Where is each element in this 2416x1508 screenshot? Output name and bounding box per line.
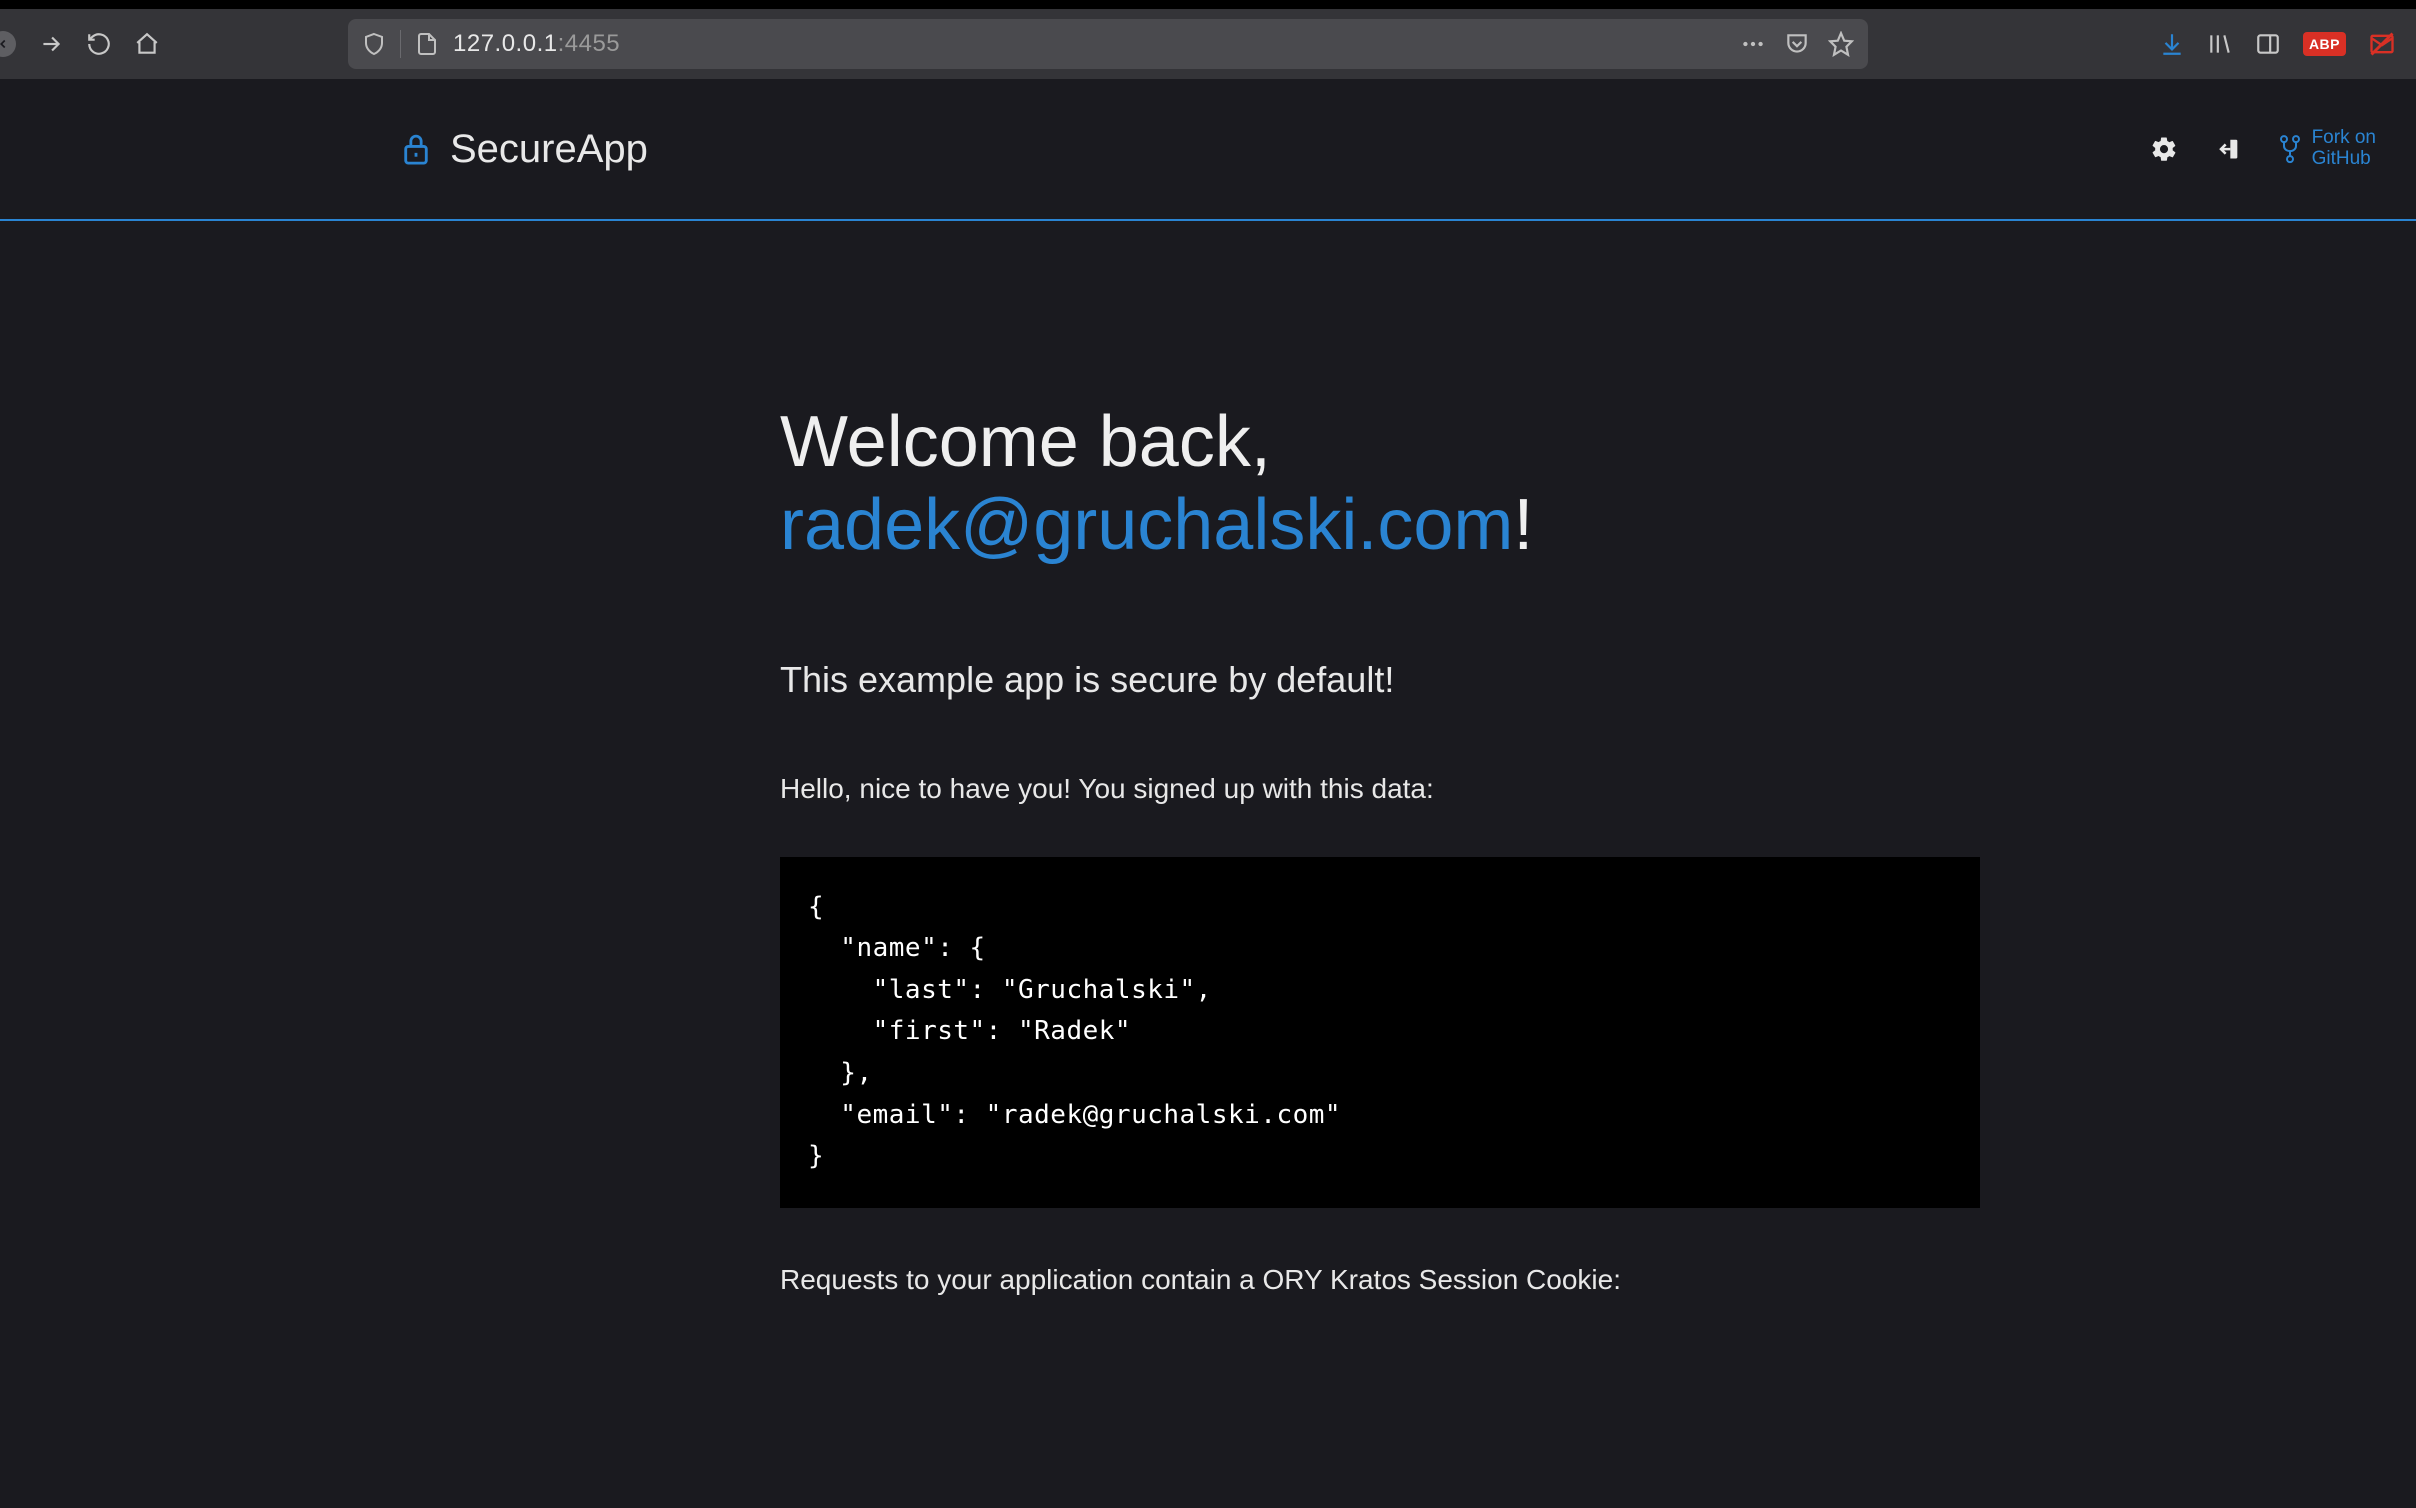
main-content: Welcome back, radek@gruchalski.com! This… bbox=[0, 221, 2416, 1296]
intro-text: Hello, nice to have you! You signed up w… bbox=[780, 773, 2016, 805]
window-top-strip bbox=[0, 0, 2416, 9]
sidebar-icon[interactable] bbox=[2255, 31, 2281, 57]
signup-data-codeblock: { "name": { "last": "Gruchalski", "first… bbox=[780, 857, 1980, 1208]
settings-icon[interactable] bbox=[2150, 135, 2178, 163]
adblock-badge[interactable]: ABP bbox=[2303, 32, 2346, 56]
mail-extension-icon[interactable] bbox=[2368, 30, 2396, 58]
lock-icon bbox=[400, 131, 432, 167]
app-brand[interactable]: SecureApp bbox=[400, 127, 648, 172]
back-button[interactable] bbox=[0, 31, 16, 57]
home-button[interactable] bbox=[134, 31, 160, 57]
address-separator bbox=[400, 30, 401, 58]
address-right-icons bbox=[1740, 31, 1854, 57]
bookmark-star-icon[interactable] bbox=[1828, 31, 1854, 57]
more-icon[interactable] bbox=[1740, 31, 1766, 57]
reload-button[interactable] bbox=[86, 31, 112, 57]
shield-icon[interactable] bbox=[362, 32, 386, 56]
address-port: :4455 bbox=[558, 30, 621, 57]
fork-line1: Fork on bbox=[2312, 128, 2376, 149]
pocket-icon[interactable] bbox=[1784, 31, 1810, 57]
after-code-text: Requests to your application contain a O… bbox=[780, 1264, 2016, 1296]
page-icon[interactable] bbox=[415, 32, 439, 56]
fork-text: Fork on GitHub bbox=[2312, 128, 2376, 170]
app-header: SecureApp Fork on GitHub bbox=[0, 79, 2416, 221]
address-text: 127.0.0.1:4455 bbox=[453, 30, 620, 58]
fork-line2: GitHub bbox=[2312, 149, 2376, 170]
forward-button[interactable] bbox=[38, 31, 64, 57]
welcome-email[interactable]: radek@gruchalski.com bbox=[780, 485, 1513, 565]
header-actions: Fork on GitHub bbox=[2150, 128, 2376, 170]
address-bar[interactable]: 127.0.0.1:4455 bbox=[348, 19, 1868, 69]
app-title: SecureApp bbox=[450, 127, 648, 172]
page: SecureApp Fork on GitHub Welcome back, r… bbox=[0, 79, 2416, 1296]
fork-github-link[interactable]: Fork on GitHub bbox=[2278, 128, 2376, 170]
address-security-icons bbox=[362, 30, 439, 58]
nav-controls bbox=[0, 31, 160, 57]
library-icon[interactable] bbox=[2207, 31, 2233, 57]
welcome-suffix: ! bbox=[1513, 485, 1533, 565]
toolbar-right: ABP bbox=[2159, 30, 2404, 58]
welcome-prefix: Welcome back, bbox=[780, 402, 1271, 482]
address-host: 127.0.0.1 bbox=[453, 30, 558, 57]
tagline: This example app is secure by default! bbox=[780, 659, 2016, 701]
welcome-heading: Welcome back, radek@gruchalski.com! bbox=[780, 401, 2016, 567]
downloads-icon[interactable] bbox=[2159, 31, 2185, 57]
browser-toolbar: 127.0.0.1:4455 ABP bbox=[0, 9, 2416, 79]
logout-icon[interactable] bbox=[2214, 135, 2242, 163]
